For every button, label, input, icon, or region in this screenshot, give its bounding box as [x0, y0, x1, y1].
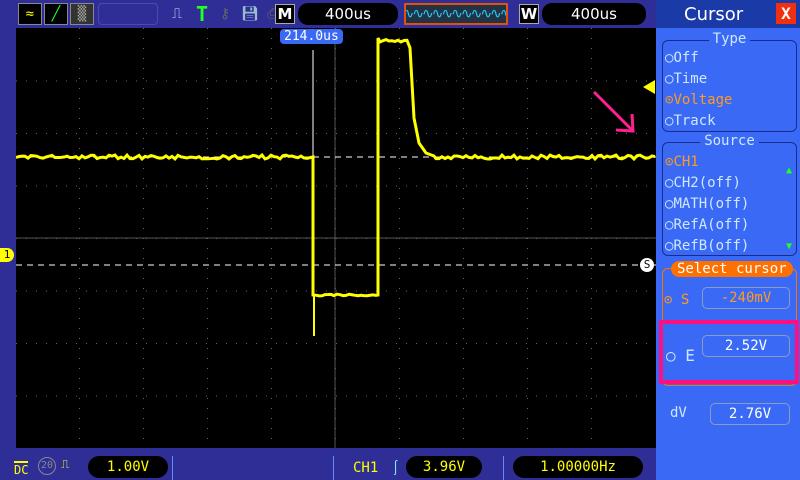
cursor-e-option[interactable]: ○ E	[666, 346, 695, 365]
key-icon[interactable]: ⚷	[214, 3, 236, 25]
blank-button[interactable]	[98, 3, 158, 25]
e-label: E	[685, 346, 695, 365]
coupling-icon[interactable]: DC	[14, 461, 28, 477]
waveform-display[interactable]	[16, 28, 656, 448]
ch1-scale[interactable]: 1.00V	[88, 456, 168, 478]
bw-limit-icon[interactable]: 20	[38, 457, 56, 475]
scroll-up-icon[interactable]: ▲	[786, 165, 792, 176]
cursor-s-marker[interactable]: S	[640, 258, 654, 272]
type-option-label: Time	[673, 71, 707, 87]
s-value[interactable]: -240mV	[702, 287, 790, 309]
save-icon[interactable]: 💾︎	[240, 3, 260, 25]
trigger-source: CH1	[353, 460, 378, 476]
toolbar: ≈ ╱ ▒ ⎍ T ⚷ 💾︎ ⎙ M 400us ∿∿∿∿∿∿∿∿∿∿∿ W 4…	[0, 0, 655, 28]
cursor-panel: Cursor X Type ○Off ○Time ⊙Voltage ○Track So…	[656, 0, 800, 480]
ground-marker[interactable]: 1	[0, 248, 14, 262]
source-option-label: RefB(off)	[673, 238, 749, 254]
w-label: W	[519, 4, 539, 24]
m-label: M	[275, 4, 295, 24]
trigger-level-marker[interactable]	[643, 80, 655, 94]
pulse-icon[interactable]: ⎍	[166, 3, 188, 25]
source-option[interactable]: ○CH2(off)	[663, 173, 796, 194]
trigger-position-label: 214.0us	[280, 29, 343, 44]
type-group: Type ○Off ○Time ⊙Voltage ○Track	[662, 40, 797, 132]
dv-label: dV	[670, 405, 687, 421]
e-value[interactable]: 2.52V	[702, 335, 790, 357]
type-option[interactable]: ○Time	[663, 69, 796, 90]
source-option-label: MATH(off)	[673, 196, 749, 212]
type-option-label: Off	[673, 50, 698, 66]
line-icon[interactable]: ╱	[44, 3, 68, 25]
close-button[interactable]: X	[776, 3, 796, 24]
scope-svg	[16, 28, 656, 448]
source-option-label: CH2(off)	[673, 175, 740, 191]
trigger-level[interactable]: 3.96V	[406, 456, 482, 478]
source-option[interactable]: ⊙CH1	[663, 152, 796, 173]
waveform-icon[interactable]: ≈	[18, 3, 42, 25]
source-option-label: RefA(off)	[673, 217, 749, 233]
source-option[interactable]: ○MATH(off)	[663, 194, 796, 215]
source-option-label: CH1	[673, 154, 698, 170]
timebase-display[interactable]: 400us	[298, 3, 398, 25]
type-option-label: Voltage	[673, 92, 732, 108]
select-cursor-label: Select cursor	[671, 261, 793, 277]
scroll-down-icon[interactable]: ▼	[786, 241, 792, 252]
annotation-arrow-icon	[590, 88, 640, 138]
source-option[interactable]: ○RefA(off)	[663, 215, 796, 236]
s-label: S	[681, 292, 689, 308]
persist-icon[interactable]: ▒	[70, 3, 94, 25]
source-option[interactable]: ○RefB(off)	[663, 236, 796, 257]
type-option[interactable]: ○Track	[663, 111, 796, 132]
rising-edge-icon: ⎰	[388, 457, 403, 478]
type-option[interactable]: ⊙Voltage	[663, 90, 796, 111]
window-overview[interactable]: ∿∿∿∿∿∿∿∿∿∿∿	[404, 3, 508, 25]
graticule	[16, 28, 656, 448]
invert-icon[interactable]: ⎍	[61, 457, 69, 472]
status-bar: DC 20 ⎍ 1.00V CH1 ⎰ 3.96V 1.00000Hz	[0, 452, 656, 480]
type-label: Type	[709, 31, 751, 47]
cursor-s-option[interactable]: ⊙ S	[664, 292, 689, 308]
trigger-t-icon[interactable]: T	[192, 3, 212, 25]
source-group: Source ⊙CH1 ○CH2(off) ○MATH(off) ○RefA(off)…	[662, 142, 797, 256]
source-label: Source	[700, 133, 759, 149]
dv-value: 2.76V	[710, 403, 790, 425]
type-option[interactable]: ○Off	[663, 48, 796, 69]
frequency-readout: 1.00000Hz	[513, 456, 643, 478]
type-option-label: Track	[673, 113, 715, 129]
window-display[interactable]: 400us	[542, 3, 646, 25]
